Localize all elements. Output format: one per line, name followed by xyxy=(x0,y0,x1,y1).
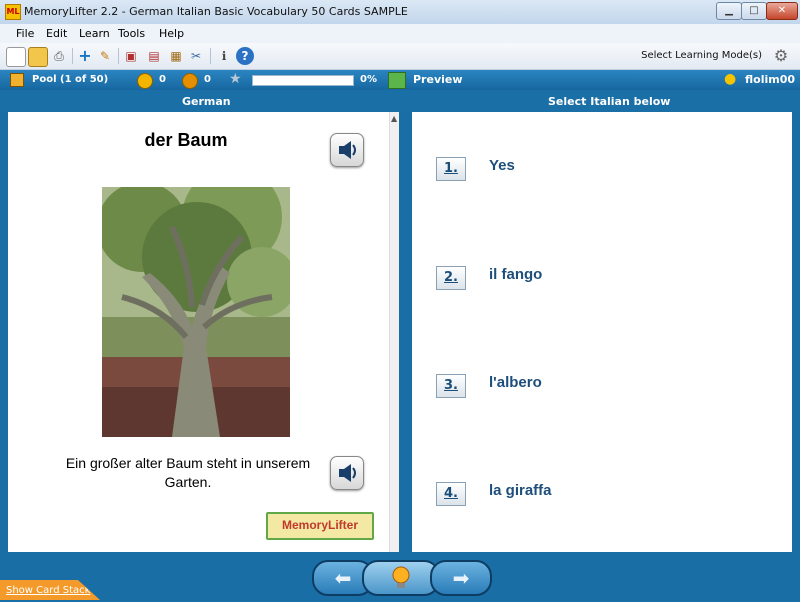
minimize-button[interactable]: ▁ xyxy=(716,2,742,20)
learning-mode-label[interactable]: Select Learning Mode(s) xyxy=(641,50,762,61)
username[interactable]: flolim00 xyxy=(745,73,795,86)
question-word: der Baum xyxy=(144,130,228,150)
choice-3-text[interactable]: l'albero xyxy=(489,374,542,391)
tools-icon[interactable]: ✂ xyxy=(187,47,205,65)
choice-2-text[interactable]: il fango xyxy=(489,266,542,283)
pool-icon xyxy=(10,73,24,87)
choice-3-button[interactable]: 3. xyxy=(436,374,466,398)
next-arrow-icon[interactable]: ➡ xyxy=(430,560,492,596)
progress-percent: 0% xyxy=(360,74,377,85)
sad-count: 0 xyxy=(204,74,211,85)
play-word-audio-button[interactable] xyxy=(330,133,364,167)
status-bar: Pool (1 of 50) 0 0 ★ 0% Preview ● flolim… xyxy=(0,70,800,90)
choice-4-text[interactable]: la giraffa xyxy=(489,482,552,499)
speaker-icon xyxy=(339,464,356,482)
maximize-button[interactable]: □ xyxy=(741,2,767,20)
open-folder-icon[interactable] xyxy=(28,47,48,67)
box-icon[interactable]: ▦ xyxy=(167,47,185,65)
menu-help[interactable]: Help xyxy=(159,27,184,40)
question-panel: der Baum Ein großer alter Baum steht in … xyxy=(8,112,399,552)
print-icon[interactable]: ⎙ xyxy=(50,47,68,65)
speaker-icon xyxy=(339,141,356,159)
menu-edit[interactable]: Edit xyxy=(46,27,67,40)
sad-smiley-icon xyxy=(182,73,198,89)
toolbar-divider xyxy=(210,48,211,64)
right-column-header: Select Italian below xyxy=(548,95,671,108)
pool-count: (1 of 50) xyxy=(60,74,109,85)
tree-photo xyxy=(102,187,290,437)
help-icon[interactable]: ? xyxy=(236,47,254,65)
close-button[interactable]: ✕ xyxy=(766,2,798,20)
gear-icon[interactable]: ⚙ xyxy=(772,47,790,65)
toolbar-divider xyxy=(72,48,73,64)
scrollbar[interactable]: ▲ xyxy=(389,112,399,552)
preview-label[interactable]: Preview xyxy=(413,73,463,86)
hint-lightbulb-icon[interactable] xyxy=(362,560,440,596)
preview-icon[interactable] xyxy=(388,72,406,89)
new-icon[interactable] xyxy=(6,47,26,67)
presentation-icon[interactable]: ▣ xyxy=(122,47,140,65)
add-card-icon[interactable]: + xyxy=(76,47,94,65)
edit-icon[interactable]: ✎ xyxy=(96,47,114,65)
example-sentence: Ein großer alter Baum steht in unserem G… xyxy=(65,455,311,490)
title-bar: ML MemoryLifter 2.2 - German Italian Bas… xyxy=(0,0,800,25)
menu-learn[interactable]: Learn xyxy=(79,27,110,40)
choice-2-button[interactable]: 2. xyxy=(436,266,466,290)
choice-1-text[interactable]: Yes xyxy=(489,157,515,174)
app-icon: ML xyxy=(5,4,21,20)
menu-bar: File Edit Learn Tools Help xyxy=(0,24,800,43)
happy-smiley-icon xyxy=(137,73,153,89)
left-column-header: German xyxy=(182,95,231,108)
menu-file[interactable]: File xyxy=(16,27,34,40)
memorylifter-logo: MemoryLifter xyxy=(266,512,374,540)
user-icon: ● xyxy=(724,71,737,87)
menu-tools[interactable]: Tools xyxy=(118,27,145,40)
column-headers: German Select Italian below xyxy=(0,90,800,112)
star-icon: ★ xyxy=(229,71,242,87)
window-title: MemoryLifter 2.2 - German Italian Basic … xyxy=(24,5,408,18)
play-sentence-audio-button[interactable] xyxy=(330,456,364,490)
scroll-up-arrow-icon[interactable]: ▲ xyxy=(391,114,397,123)
toolbar: ⎙ + ✎ ▣ ▤ ▦ ✂ ℹ ? Select Learning Mode(s… xyxy=(0,43,800,70)
progress-bar xyxy=(252,75,354,86)
bottom-navigation: ⬅ ➡ xyxy=(0,552,800,600)
pool-label: Pool xyxy=(32,74,57,85)
info-icon[interactable]: ℹ xyxy=(215,47,233,65)
choice-1-button[interactable]: 1. xyxy=(436,157,466,181)
delete-card-icon[interactable]: ▤ xyxy=(145,47,163,65)
answer-panel: 1. Yes 2. il fango 3. l'albero 4. la gir… xyxy=(412,112,792,552)
happy-count: 0 xyxy=(159,74,166,85)
choice-4-button[interactable]: 4. xyxy=(436,482,466,506)
toolbar-divider xyxy=(118,48,119,64)
